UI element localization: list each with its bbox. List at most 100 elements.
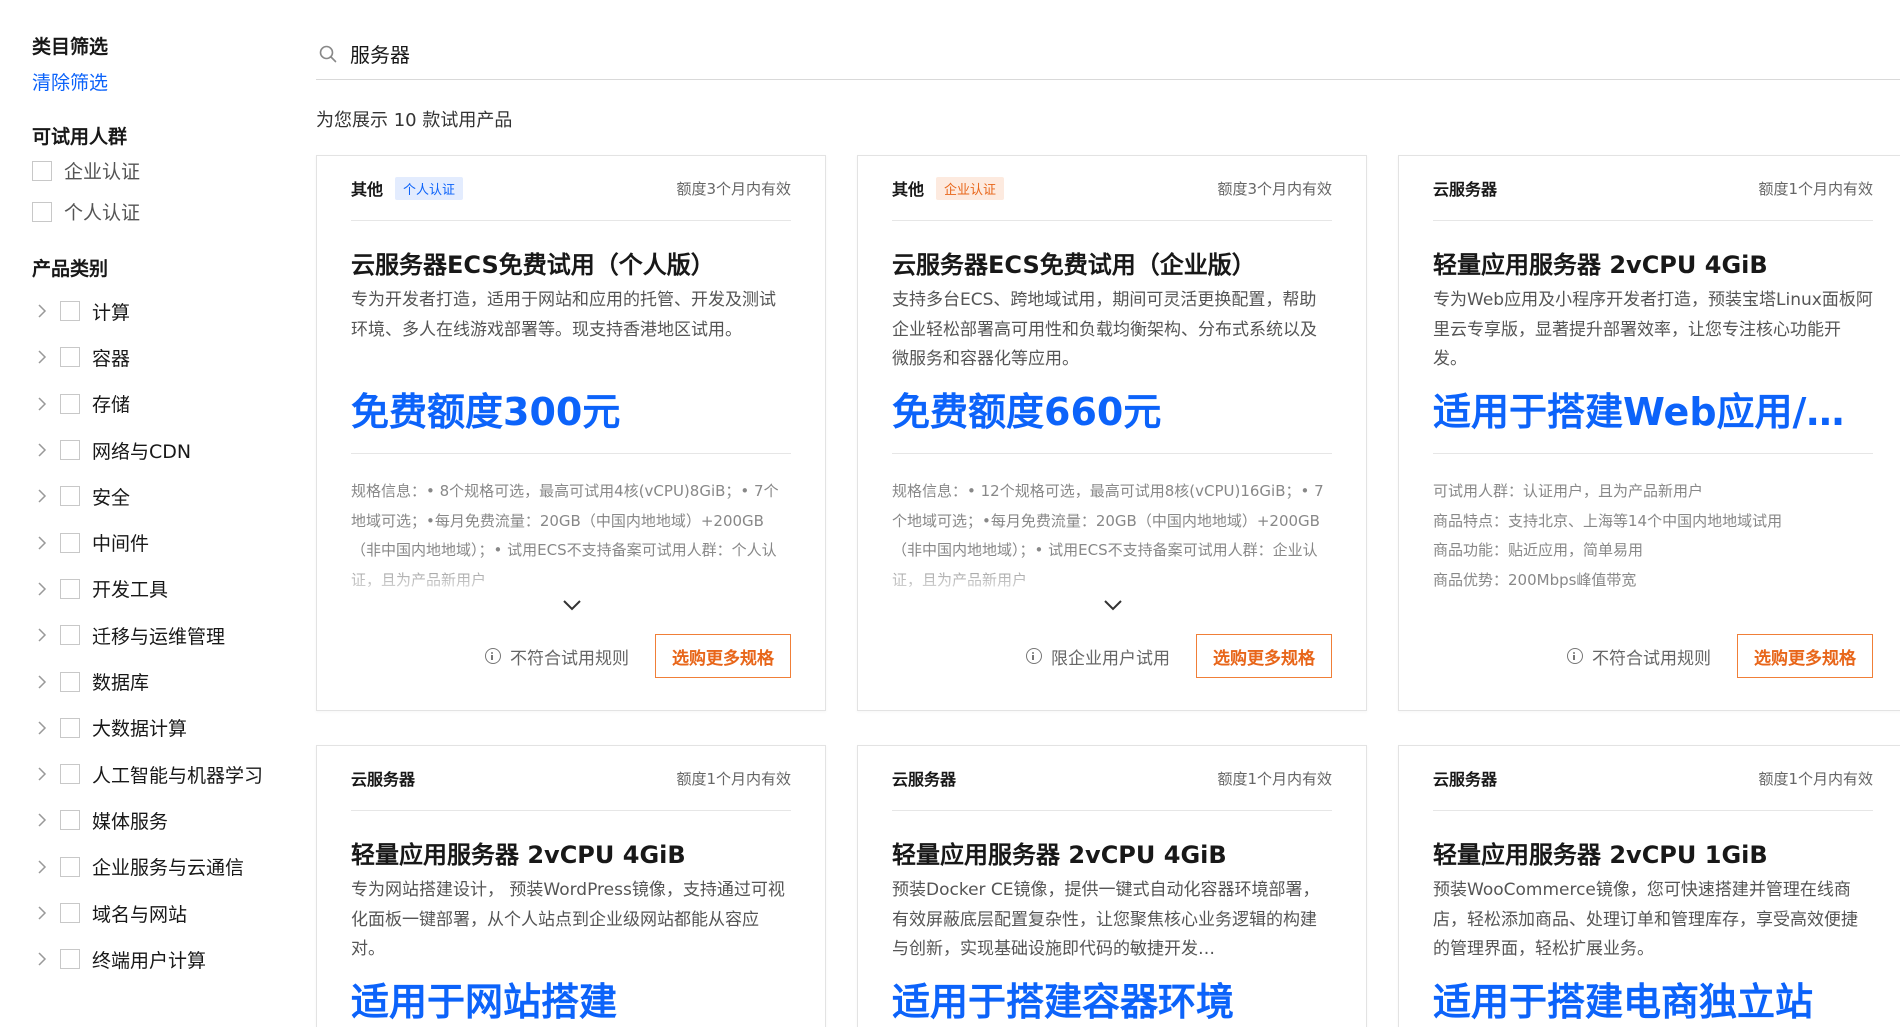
category-item[interactable]: 中间件: [32, 519, 282, 565]
chevron-right-icon[interactable]: [32, 347, 52, 367]
chevron-right-icon[interactable]: [32, 440, 52, 460]
chevron-right-icon[interactable]: [32, 301, 52, 321]
checkbox[interactable]: [60, 440, 80, 461]
product-card[interactable]: 云服务器 额度1个月内有效 轻量应用服务器 2vCPU 4GiB 专为Web应用及小程…: [1398, 155, 1900, 711]
category-item[interactable]: 安全: [32, 473, 282, 519]
chevron-right-icon[interactable]: [32, 857, 52, 877]
card-description: 支持多台ECS、跨地域试用，期间可灵活更换配置，帮助企业轻松部署高可用性和负载均…: [892, 290, 1317, 369]
rule-note: 不符合试用规则: [485, 644, 629, 669]
card-title[interactable]: 云服务器ECS免费试用（企业版）: [892, 248, 1332, 282]
chevron-right-icon[interactable]: [32, 764, 52, 784]
card-description: 专为Web应用及小程序开发者打造，预装宝塔Linux面板阿里云专享版，显著提升部…: [1433, 290, 1873, 369]
category-item[interactable]: 域名与网站: [32, 890, 282, 936]
category-label: 网络与CDN: [92, 440, 192, 463]
checkbox[interactable]: [60, 810, 80, 831]
buy-more-specs-button[interactable]: 选购更多规格: [655, 634, 791, 678]
auth-badge: 企业认证: [936, 176, 1005, 200]
category-item[interactable]: 大数据计算: [32, 705, 282, 751]
product-card[interactable]: 云服务器 额度1个月内有效 轻量应用服务器 2vCPU 1GiB 预装WooComme…: [1398, 745, 1900, 1027]
audience-label: 企业认证: [64, 161, 141, 183]
search-icon: [319, 45, 337, 62]
card-title[interactable]: 轻量应用服务器 2vCPU 4GiB: [351, 838, 791, 872]
result-count: 为您展示 10 款试用产品: [316, 110, 513, 131]
product-card[interactable]: 其他 个人认证 额度3个月内有效云服务器ECS免费试用（个人版） 专为开发者打造，适用…: [316, 155, 826, 711]
info-icon: [1026, 648, 1042, 664]
card-spec: 可试用人群：认证用户，且为产品新用户 商品特点：支持北京、上海等14个中国内地地域…: [1433, 477, 1873, 595]
chevron-right-icon[interactable]: [32, 949, 52, 969]
card-title[interactable]: 轻量应用服务器 2vCPU 4GiB: [1433, 248, 1873, 282]
card-description: 专为开发者打造，适用于网站和应用的托管、开发及测试环境、多人在线游戏部署等。现支…: [351, 290, 776, 340]
card-divider: [1433, 453, 1873, 454]
card-highlight: 适用于搭建容器环境: [892, 980, 1235, 1024]
category-item[interactable]: 网络与CDN: [32, 427, 282, 473]
category-item[interactable]: 企业服务与云通信: [32, 844, 282, 890]
checkbox[interactable]: [60, 856, 80, 877]
chevron-right-icon[interactable]: [32, 486, 52, 506]
checkbox[interactable]: [60, 393, 80, 414]
card-title[interactable]: 轻量应用服务器 2vCPU 1GiB: [1433, 838, 1873, 872]
card-validity: 额度1个月内有效: [1758, 769, 1873, 788]
category-label: 中间件: [92, 533, 150, 556]
category-item[interactable]: 终端用户计算: [32, 936, 282, 982]
chevron-right-icon[interactable]: [32, 718, 52, 738]
chevron-down-icon[interactable]: [1103, 598, 1123, 612]
card-title[interactable]: 云服务器ECS免费试用（个人版）: [351, 248, 791, 282]
category-label: 迁移与运维管理: [92, 625, 226, 648]
audience-option-enterprise[interactable]: 企业认证: [32, 150, 282, 191]
search-bar: [316, 28, 1900, 80]
spec-fade: [351, 560, 791, 600]
info-icon: [1567, 648, 1583, 664]
chevron-down-icon[interactable]: [562, 598, 582, 612]
checkbox[interactable]: [60, 671, 80, 692]
checkbox[interactable]: [32, 160, 52, 181]
spec-fade: [892, 560, 1332, 600]
chevron-right-icon[interactable]: [32, 903, 52, 923]
clear-filter-link[interactable]: 清除筛选: [32, 70, 282, 96]
card-divider: [351, 453, 791, 454]
category-item[interactable]: 容器: [32, 334, 282, 380]
audience-option-personal[interactable]: 个人认证: [32, 191, 282, 232]
card-category: 云服务器: [351, 770, 416, 789]
search-input[interactable]: [350, 41, 950, 66]
buy-more-specs-button[interactable]: 选购更多规格: [1737, 634, 1873, 678]
checkbox[interactable]: [60, 347, 80, 368]
chevron-right-icon[interactable]: [32, 533, 52, 553]
card-title[interactable]: 轻量应用服务器 2vCPU 4GiB: [892, 838, 1332, 872]
chevron-right-icon[interactable]: [32, 394, 52, 414]
card-header: 其他 个人认证 额度3个月内有效: [351, 156, 791, 221]
card-divider: [892, 453, 1332, 454]
category-item[interactable]: 存储: [32, 381, 282, 427]
card-footer: 不符合试用规则 选购更多规格: [1567, 634, 1873, 678]
chevron-right-icon[interactable]: [32, 625, 52, 645]
checkbox[interactable]: [60, 764, 80, 785]
product-card[interactable]: 云服务器 额度1个月内有效 轻量应用服务器 2vCPU 4GiB 预装Docker C…: [857, 745, 1367, 1027]
checkbox[interactable]: [32, 201, 52, 222]
checkbox[interactable]: [60, 578, 80, 599]
category-item[interactable]: 计算: [32, 288, 282, 334]
checkbox[interactable]: [60, 717, 80, 738]
category-label: 计算: [92, 301, 131, 324]
checkbox[interactable]: [60, 532, 80, 553]
category-list: 计算容器存储网络与CDN 安全中间件开发工具迁移与运维管理 数据库大数据计算 人工智能…: [32, 288, 282, 982]
category-item[interactable]: 迁移与运维管理: [32, 612, 282, 658]
checkbox[interactable]: [60, 301, 80, 322]
checkbox[interactable]: [60, 486, 80, 507]
card-header: 其他 企业认证 额度3个月内有效: [892, 156, 1332, 221]
category-label: 数据库: [92, 672, 150, 695]
product-card[interactable]: 其他 企业认证 额度3个月内有效云服务器ECS免费试用（企业版） 支持多台ECS、跨地…: [857, 155, 1367, 711]
category-item[interactable]: 数据库: [32, 658, 282, 704]
chevron-right-icon[interactable]: [32, 810, 52, 830]
buy-more-specs-button[interactable]: 选购更多规格: [1196, 634, 1332, 678]
category-item[interactable]: 媒体服务: [32, 797, 282, 843]
checkbox[interactable]: [60, 625, 80, 646]
category-label: 容器: [92, 347, 131, 370]
card-highlight: 免费额度660元: [892, 390, 1162, 434]
product-card[interactable]: 云服务器 额度1个月内有效 轻量应用服务器 2vCPU 4GiB 专为网站搭建设计， …: [316, 745, 826, 1027]
checkbox[interactable]: [60, 903, 80, 923]
chevron-right-icon[interactable]: [32, 672, 52, 692]
chevron-right-icon[interactable]: [32, 579, 52, 599]
checkbox[interactable]: [60, 949, 80, 970]
card-validity: 额度1个月内有效: [676, 769, 791, 788]
category-item[interactable]: 人工智能与机器学习: [32, 751, 282, 797]
category-item[interactable]: 开发工具: [32, 566, 282, 612]
